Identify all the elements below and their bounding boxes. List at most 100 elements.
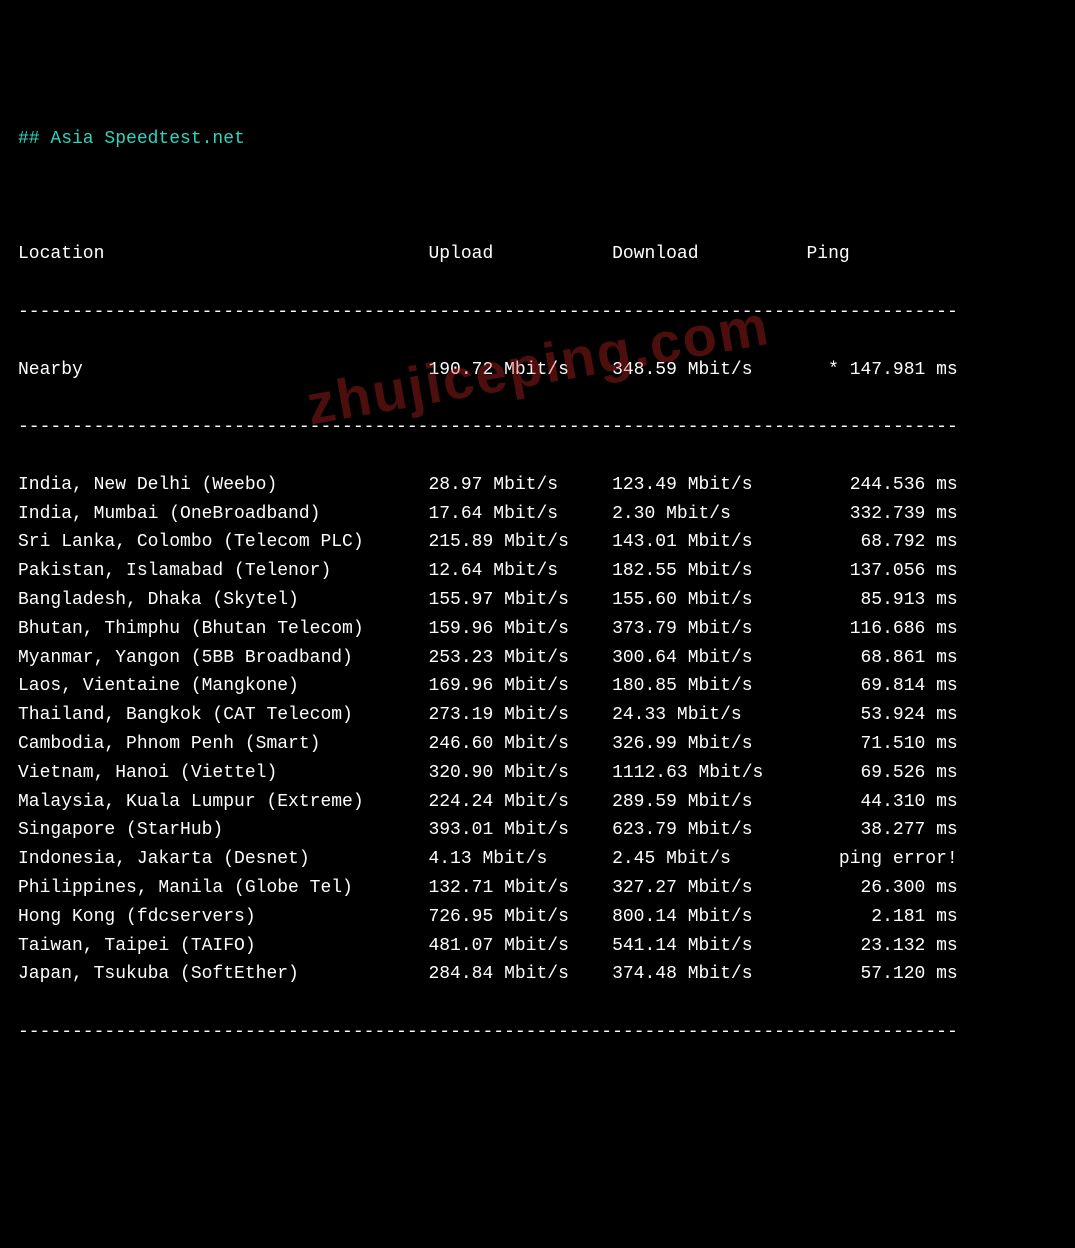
row-location: Indonesia, Jakarta (Desnet) [18,845,428,874]
table-row: Hong Kong (fdcservers)726.95 Mbit/s800.1… [18,903,1057,932]
row-upload: 481.07 Mbit/s [428,932,612,961]
row-download: 1112.63 Mbit/s [612,759,806,788]
blank-line [18,183,1057,212]
table-row: Laos, Vientaine (Mangkone)169.96 Mbit/s1… [18,672,1057,701]
row-upload: 224.24 Mbit/s [428,788,612,817]
divider-line: ----------------------------------------… [18,413,1057,442]
row-upload: 284.84 Mbit/s [428,960,612,989]
row-location: Pakistan, Islamabad (Telenor) [18,557,428,586]
row-ping: 68.861 ms [807,644,958,673]
row-location: Bhutan, Thimphu (Bhutan Telecom) [18,615,428,644]
row-location: India, New Delhi (Weebo) [18,471,428,500]
row-location: Taiwan, Taipei (TAIFO) [18,932,428,961]
header-location: Location [18,240,428,269]
row-download: 327.27 Mbit/s [612,874,806,903]
row-upload: 273.19 Mbit/s [428,701,612,730]
nearby-row: Nearby190.72 Mbit/s348.59 Mbit/s* 147.98… [18,356,1057,385]
header-ping: Ping [807,244,850,264]
row-location: Singapore (StarHub) [18,816,428,845]
row-location: Thailand, Bangkok (CAT Telecom) [18,701,428,730]
row-location: Hong Kong (fdcservers) [18,903,428,932]
row-ping: 2.181 ms [807,903,958,932]
row-ping: 244.536 ms [807,471,958,500]
row-download: 326.99 Mbit/s [612,730,806,759]
row-upload: 215.89 Mbit/s [428,528,612,557]
table-row: India, New Delhi (Weebo)28.97 Mbit/s123.… [18,471,1057,500]
row-ping: 69.526 ms [807,759,958,788]
row-ping: 53.924 ms [807,701,958,730]
row-location: India, Mumbai (OneBroadband) [18,500,428,529]
row-upload: 246.60 Mbit/s [428,730,612,759]
nearby-location: Nearby [18,356,428,385]
divider-line: ----------------------------------------… [18,298,1057,327]
row-download: 623.79 Mbit/s [612,816,806,845]
row-upload: 320.90 Mbit/s [428,759,612,788]
row-download: 24.33 Mbit/s [612,701,806,730]
table-row: Philippines, Manila (Globe Tel)132.71 Mb… [18,874,1057,903]
table-row: Japan, Tsukuba (SoftEther)284.84 Mbit/s3… [18,960,1057,989]
table-row: Pakistan, Islamabad (Telenor)12.64 Mbit/… [18,557,1057,586]
row-download: 182.55 Mbit/s [612,557,806,586]
table-row: India, Mumbai (OneBroadband)17.64 Mbit/s… [18,500,1057,529]
row-download: 2.45 Mbit/s [612,845,806,874]
row-ping: 26.300 ms [807,874,958,903]
row-ping: 332.739 ms [807,500,958,529]
row-download: 2.30 Mbit/s [612,500,806,529]
row-location: Myanmar, Yangon (5BB Broadband) [18,644,428,673]
row-upload: 159.96 Mbit/s [428,615,612,644]
row-download: 155.60 Mbit/s [612,586,806,615]
table-row: Singapore (StarHub)393.01 Mbit/s623.79 M… [18,816,1057,845]
row-location: Laos, Vientaine (Mangkone) [18,672,428,701]
row-upload: 28.97 Mbit/s [428,471,612,500]
row-download: 180.85 Mbit/s [612,672,806,701]
row-ping: 57.120 ms [807,960,958,989]
row-upload: 253.23 Mbit/s [428,644,612,673]
row-upload: 17.64 Mbit/s [428,500,612,529]
row-ping: 69.814 ms [807,672,958,701]
row-upload: 393.01 Mbit/s [428,816,612,845]
header-upload: Upload [428,240,612,269]
row-ping: 116.686 ms [807,615,958,644]
table-row: Taiwan, Taipei (TAIFO)481.07 Mbit/s541.1… [18,932,1057,961]
header-download: Download [612,240,806,269]
table-row: Malaysia, Kuala Lumpur (Extreme)224.24 M… [18,788,1057,817]
row-download: 300.64 Mbit/s [612,644,806,673]
table-row: Vietnam, Hanoi (Viettel)320.90 Mbit/s111… [18,759,1057,788]
row-ping: 23.132 ms [807,932,958,961]
row-location: Cambodia, Phnom Penh (Smart) [18,730,428,759]
nearby-ping: * 147.981 ms [807,356,958,385]
row-ping: 137.056 ms [807,557,958,586]
table-row: Bangladesh, Dhaka (Skytel)155.97 Mbit/s1… [18,586,1057,615]
row-location: Malaysia, Kuala Lumpur (Extreme) [18,788,428,817]
row-download: 123.49 Mbit/s [612,471,806,500]
row-ping: 85.913 ms [807,586,958,615]
row-ping: 38.277 ms [807,816,958,845]
table-row: Sri Lanka, Colombo (Telecom PLC)215.89 M… [18,528,1057,557]
row-ping: 71.510 ms [807,730,958,759]
divider-line: ----------------------------------------… [18,1018,1057,1047]
table-row: Bhutan, Thimphu (Bhutan Telecom)159.96 M… [18,615,1057,644]
row-download: 143.01 Mbit/s [612,528,806,557]
table-row: Thailand, Bangkok (CAT Telecom)273.19 Mb… [18,701,1057,730]
row-location: Japan, Tsukuba (SoftEther) [18,960,428,989]
table-row: Cambodia, Phnom Penh (Smart)246.60 Mbit/… [18,730,1057,759]
table-header: LocationUploadDownloadPing [18,240,1057,269]
row-location: Vietnam, Hanoi (Viettel) [18,759,428,788]
row-location: Sri Lanka, Colombo (Telecom PLC) [18,528,428,557]
section-title: ## Asia Speedtest.net [18,125,1057,154]
nearby-upload: 190.72 Mbit/s [428,356,612,385]
row-upload: 155.97 Mbit/s [428,586,612,615]
table-row: Myanmar, Yangon (5BB Broadband)253.23 Mb… [18,644,1057,673]
row-download: 800.14 Mbit/s [612,903,806,932]
row-download: 373.79 Mbit/s [612,615,806,644]
row-download: 289.59 Mbit/s [612,788,806,817]
row-download: 374.48 Mbit/s [612,960,806,989]
row-upload: 132.71 Mbit/s [428,874,612,903]
row-upload: 12.64 Mbit/s [428,557,612,586]
nearby-download: 348.59 Mbit/s [612,356,806,385]
row-upload: 169.96 Mbit/s [428,672,612,701]
row-ping: 44.310 ms [807,788,958,817]
row-upload: 726.95 Mbit/s [428,903,612,932]
row-ping: 68.792 ms [807,528,958,557]
row-location: Philippines, Manila (Globe Tel) [18,874,428,903]
